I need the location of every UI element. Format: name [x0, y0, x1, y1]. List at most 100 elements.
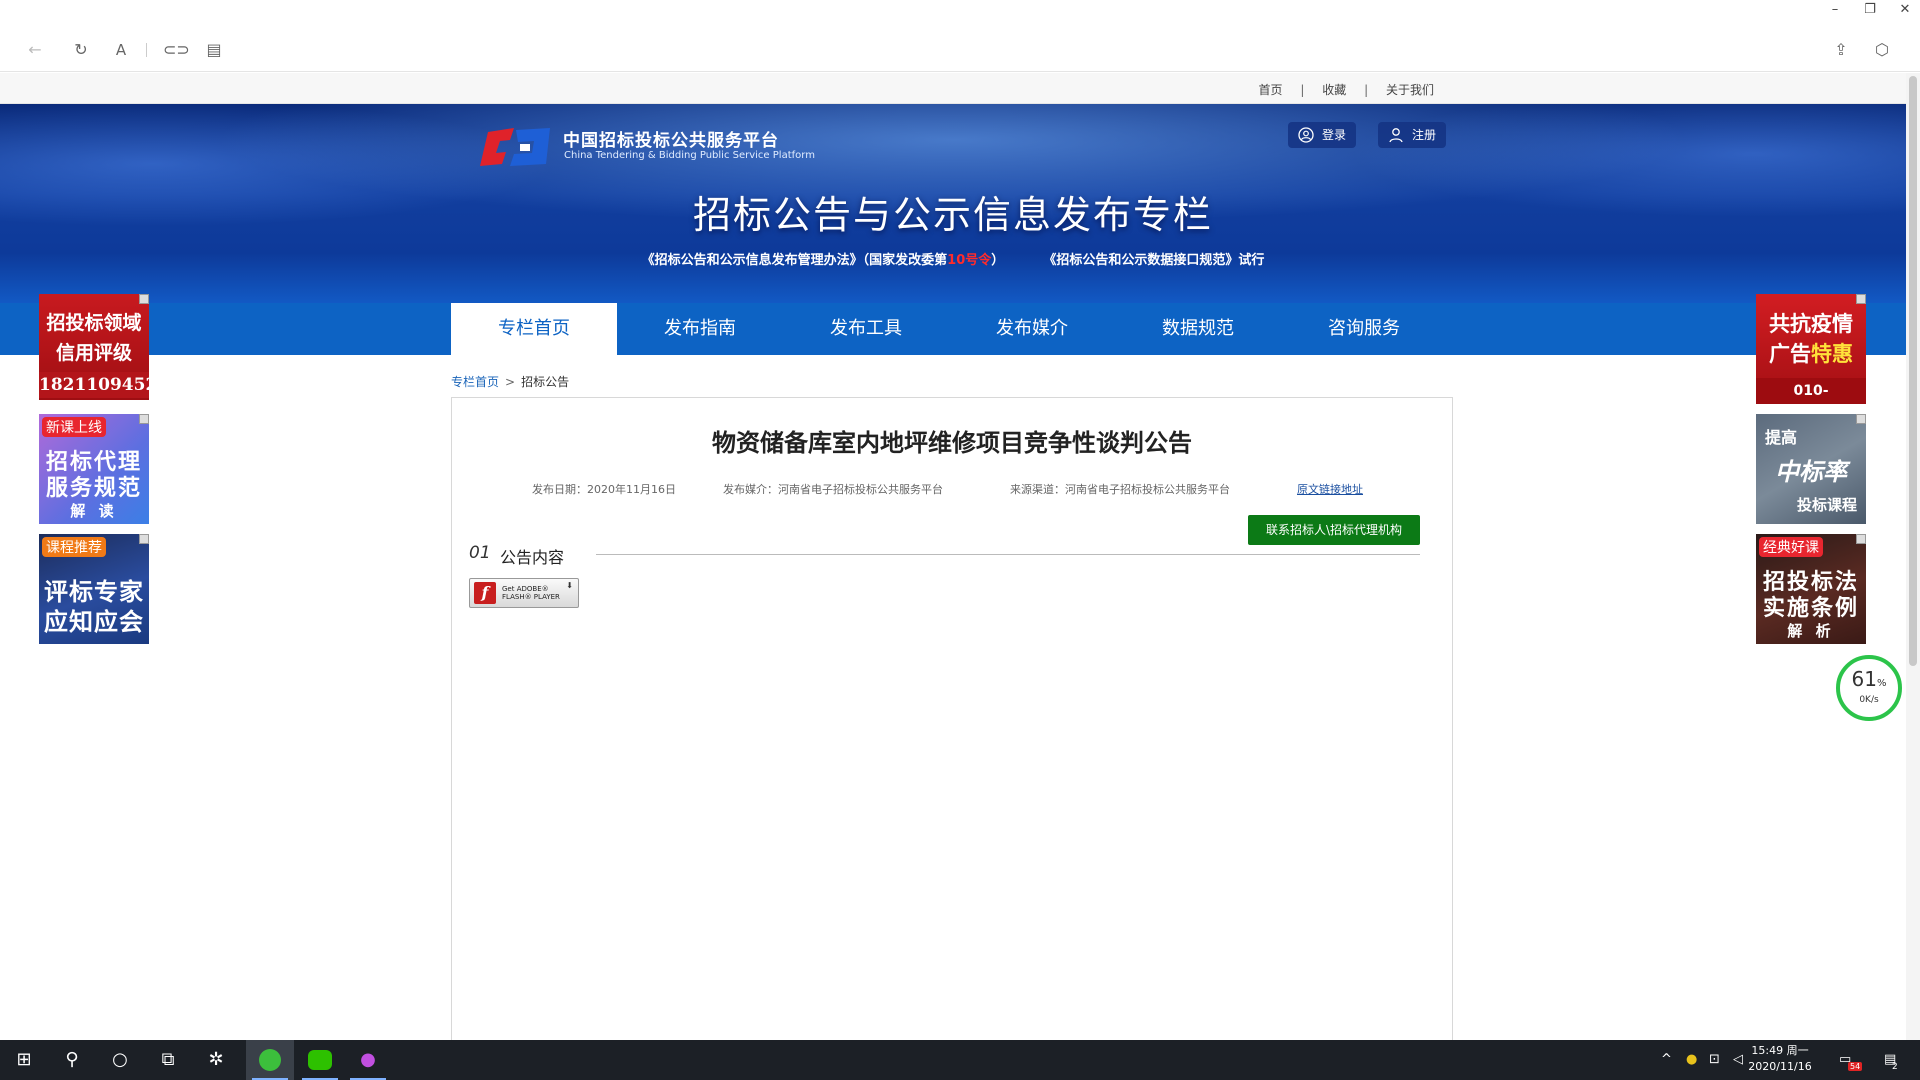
- toplink-about[interactable]: 关于我们: [1386, 81, 1434, 98]
- ad-line-1: 共抗疫情: [1769, 312, 1853, 336]
- data-spec-link[interactable]: 《招标公告和公示数据接口规范》试行: [1043, 253, 1264, 268]
- user-icon: [1389, 128, 1403, 143]
- ad-line-2b: 特惠: [1811, 342, 1853, 366]
- ad-close-icon[interactable]: [139, 414, 149, 424]
- original-link[interactable]: 原文链接地址: [1297, 481, 1363, 497]
- ad-line-2: 中标率: [1775, 458, 1847, 486]
- ad-line-3: 解 析: [1787, 622, 1835, 640]
- ad-agency-course[interactable]: 新课上线 招标代理 服务规范 解 读: [39, 414, 149, 524]
- nav-data-spec[interactable]: 数据规范: [1115, 303, 1281, 355]
- ad-line-3: 解 读: [70, 502, 118, 520]
- restore-button[interactable]: ❐: [1856, 2, 1884, 17]
- ad-close-icon[interactable]: [139, 534, 149, 544]
- banner-subtitle: 《招标公告和公示信息发布管理办法》（国家发改委第10号令） 《招标公告和公示数据…: [0, 249, 1906, 268]
- ad-close-icon[interactable]: [1856, 294, 1866, 304]
- notification-badge: 54: [1848, 1062, 1863, 1071]
- login-button[interactable]: 登录: [1288, 122, 1357, 148]
- action-center-badge: 2: [1892, 1062, 1898, 1072]
- nav-tools[interactable]: 发布工具: [783, 303, 949, 355]
- network-icon[interactable]: ⊡: [1709, 1052, 1720, 1067]
- cortana-icon[interactable]: ○: [96, 1040, 144, 1080]
- nav-guide[interactable]: 发布指南: [617, 303, 783, 355]
- breadcrumb-home[interactable]: 专栏首页: [451, 375, 499, 389]
- nav-media[interactable]: 发布媒介: [949, 303, 1115, 355]
- search-icon[interactable]: ⚲: [48, 1040, 96, 1080]
- regulation-link[interactable]: 《招标公告和公示信息发布管理办法》（国家发改委第10号令）: [642, 253, 1005, 268]
- app-pinwheel-icon[interactable]: ✲: [192, 1040, 240, 1080]
- ad-tag: 课程推荐: [42, 537, 106, 557]
- share-icon[interactable]: ⇪: [1830, 39, 1852, 61]
- register-button[interactable]: 注册: [1378, 122, 1447, 148]
- speed-percent: 61: [1851, 667, 1877, 691]
- wechat-icon[interactable]: [296, 1040, 344, 1080]
- minimize-button[interactable]: –: [1821, 2, 1849, 17]
- ad-line-2a: 广告: [1769, 342, 1811, 366]
- ad-law-course[interactable]: 经典好课 招投标法 实施条例 解 析: [1756, 534, 1866, 644]
- ad-tag: 新课上线: [42, 417, 106, 437]
- ad-close-icon[interactable]: [1856, 414, 1866, 424]
- browser-app-icon[interactable]: [246, 1040, 294, 1080]
- volume-icon[interactable]: ◁: [1733, 1052, 1743, 1067]
- ad-epidemic-offer[interactable]: 共抗疫情 广告特惠 010-88484035: [1756, 294, 1866, 404]
- ad-phone: 18211094526: [39, 372, 149, 398]
- back-arrow-icon[interactable]: ←: [24, 39, 46, 61]
- link-icon[interactable]: ⊂⊃: [163, 39, 190, 61]
- browser-toolbar: ← ↻ A ⊂⊃ ▤ ⇪ ⬡: [0, 26, 1920, 72]
- regulation-text: 《招标公告和公示信息发布管理办法》（国家发改委第: [641, 253, 948, 268]
- window-title-bar: – ❐ ✕: [0, 0, 1920, 26]
- login-label: 登录: [1322, 128, 1347, 142]
- ad-credit-rating[interactable]: 招投标领域 信用评级 18211094526: [39, 294, 149, 400]
- ad-line-2: 服务规范: [45, 476, 142, 501]
- tab-icon[interactable]: ▤: [203, 39, 225, 61]
- breadcrumb: 专栏首页 > 招标公告: [451, 373, 569, 390]
- article-card: 物资储备库室内地坪维修项目竞争性谈判公告 发布日期：2020年11月16日 发布…: [451, 397, 1453, 1040]
- contact-tenderer-button[interactable]: 联系招标人\招标代理机构: [1248, 515, 1420, 545]
- ad-close-icon[interactable]: [1856, 534, 1866, 544]
- toplink-favorite[interactable]: 收藏: [1322, 81, 1346, 98]
- article-title: 物资储备库室内地坪维修项目竞争性谈判公告: [712, 429, 1192, 457]
- drop-app-icon[interactable]: ●: [344, 1040, 392, 1080]
- publish-date: 发布日期：2020年11月16日: [532, 483, 676, 496]
- clock-date: 2020/11/16: [1748, 1060, 1812, 1073]
- toplink-home[interactable]: 首页: [1259, 81, 1283, 98]
- ad-line-2: 应知应会: [44, 608, 144, 636]
- ad-line-3: 投标课程: [1796, 496, 1857, 514]
- ad-expert-course[interactable]: 课程推荐 评标专家 应知应会: [39, 534, 149, 644]
- clock[interactable]: 15:49 周一 2020/11/16: [1745, 1043, 1815, 1075]
- clock-time: 15:49 周一: [1751, 1044, 1809, 1057]
- reader-mode-icon[interactable]: A: [110, 39, 132, 61]
- refresh-icon[interactable]: ↻: [70, 39, 92, 61]
- nav-consulting[interactable]: 咨询服务: [1281, 303, 1447, 355]
- flash-line-2: FLASH® PLAYER: [502, 593, 560, 601]
- user-circle-icon: [1298, 127, 1314, 143]
- ad-tag: 经典好课: [1759, 537, 1823, 557]
- ad-close-icon[interactable]: [139, 294, 149, 304]
- flash-icon: f: [474, 582, 496, 604]
- breadcrumb-separator: >: [505, 375, 516, 389]
- windows-start-icon[interactable]: ⊞: [0, 1040, 48, 1080]
- regulation-close: ）: [991, 253, 1005, 268]
- tray-expand-icon[interactable]: ^: [1661, 1052, 1672, 1067]
- regulation-number: 10号令: [947, 253, 992, 268]
- tray-app-icon[interactable]: ●: [1686, 1052, 1697, 1067]
- nav-home[interactable]: 专栏首页: [451, 303, 617, 355]
- speed-rate: 0K/s: [1859, 695, 1879, 705]
- breadcrumb-current: 招标公告: [521, 375, 570, 389]
- ad-line-2: 信用评级: [55, 342, 132, 364]
- task-view-icon[interactable]: ⧉: [144, 1040, 192, 1080]
- section-number: 01: [469, 543, 491, 563]
- scrollbar-thumb[interactable]: [1909, 76, 1917, 666]
- platform-logo[interactable]: [480, 126, 552, 168]
- extension-icon[interactable]: ⬡: [1871, 39, 1893, 61]
- network-speed-widget[interactable]: 61% 0K/s: [1836, 655, 1902, 721]
- taskbar: ⊞ ⚲ ○ ⧉ ✲ ● ^ ● ⊡ ◁ 15:49 周一 2020/11/16 …: [0, 1040, 1920, 1080]
- main-nav: 专栏首页 发布指南 发布工具 发布媒介 数据规范 咨询服务: [0, 303, 1906, 355]
- page-viewport: 首页 | 收藏 | 关于我们 中国招标投标公共服务平台 China Tender…: [0, 73, 1906, 1040]
- ad-win-rate-course[interactable]: 提高 中标率 投标课程: [1756, 414, 1866, 524]
- register-label: 注册: [1412, 128, 1437, 142]
- header-banner: 中国招标投标公共服务平台 China Tendering & Bidding P…: [0, 104, 1906, 303]
- section-title: 公告内容: [500, 548, 565, 567]
- close-button[interactable]: ✕: [1891, 2, 1919, 17]
- ad-line-1: 招投标领域: [46, 312, 142, 334]
- get-flash-player-button[interactable]: f Get ADOBE® FLASH® PLAYER ⬇: [469, 578, 579, 608]
